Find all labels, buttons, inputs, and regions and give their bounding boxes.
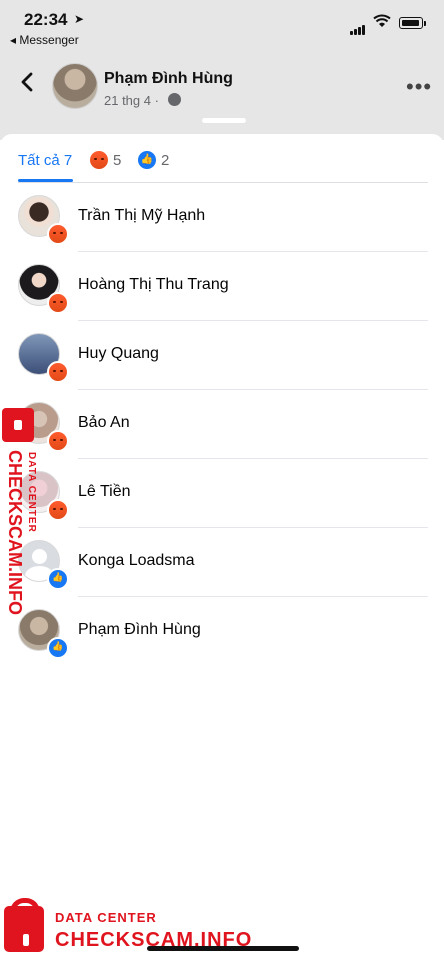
tab-all[interactable]: Tất cả 7: [18, 148, 72, 172]
like-reaction-icon: 👍: [47, 637, 69, 659]
back-to-messenger-link[interactable]: ◂ Messenger: [10, 33, 79, 47]
back-arrow-icon[interactable]: [16, 70, 40, 94]
home-indicator[interactable]: [147, 946, 299, 951]
lock-shackle: [10, 898, 40, 919]
watermark-side-main: CHECKSCAM.INFO: [5, 450, 25, 615]
battery-cap: [424, 21, 426, 26]
lock-icon: [2, 408, 34, 442]
tab-angry-count: 5: [113, 151, 122, 169]
status-bar: 22:34 ➤ ◂ Messenger: [0, 0, 444, 52]
globe-icon: [168, 93, 181, 106]
angry-reaction-icon: [47, 223, 69, 245]
reactor-name[interactable]: Trần Thị Mỹ Hạnh: [78, 207, 205, 225]
list-item[interactable]: 👍 Phạm Đình Hùng: [0, 597, 444, 666]
watermark-side: CHECKSCAM.INFO DATA CENTER: [2, 408, 37, 628]
angry-reaction-icon: [47, 292, 69, 314]
angry-reaction-icon: [90, 151, 108, 169]
reaction-tabs: Tất cả 7 5 👍 2: [0, 134, 444, 182]
watermark-subtitle: DATA CENTER: [55, 910, 157, 925]
reactor-name[interactable]: Hoàng Thị Thu Trang: [78, 276, 229, 294]
sheet-grabber[interactable]: [202, 118, 246, 123]
cellular-signal-icon: [350, 17, 366, 35]
angry-reaction-icon: [47, 499, 69, 521]
tab-like-count: 2: [161, 151, 170, 169]
post-header: Phạm Đình Hùng 21 thg 4 · •••: [0, 58, 444, 118]
reactor-name[interactable]: Bảo An: [78, 414, 130, 432]
tab-angry[interactable]: 5: [90, 148, 121, 172]
battery-icon: [399, 17, 423, 29]
like-reaction-icon: 👍: [138, 151, 156, 169]
watermark-side-sub: DATA CENTER: [26, 452, 37, 533]
list-item[interactable]: Lê Tiền: [0, 459, 444, 528]
like-reaction-icon: 👍: [47, 568, 69, 590]
tab-all-label: Tất cả 7: [18, 151, 73, 169]
tab-like[interactable]: 👍 2: [138, 148, 169, 172]
reactor-name[interactable]: Phạm Đình Hùng: [78, 621, 201, 639]
wifi-icon: [373, 14, 391, 27]
status-time: 22:34: [24, 10, 68, 29]
location-arrow-icon: ➤: [74, 12, 85, 26]
lock-keyhole: [23, 934, 29, 946]
more-options-button[interactable]: •••: [406, 74, 432, 100]
list-item[interactable]: Trần Thị Mỹ Hạnh: [0, 183, 444, 252]
angry-reaction-icon: [47, 361, 69, 383]
list-item[interactable]: Bảo An: [0, 390, 444, 459]
author-avatar[interactable]: [52, 63, 98, 109]
author-name[interactable]: Phạm Đình Hùng: [104, 70, 233, 88]
reactor-name[interactable]: Konga Loadsma: [78, 552, 195, 570]
post-date: 21 thg 4 ·: [104, 93, 159, 108]
angry-reaction-icon: [47, 430, 69, 452]
list-item[interactable]: Hoàng Thị Thu Trang: [0, 252, 444, 321]
reactor-name[interactable]: Lê Tiền: [78, 483, 130, 501]
list-item[interactable]: 👍 Konga Loadsma: [0, 528, 444, 597]
list-item[interactable]: Huy Quang: [0, 321, 444, 390]
reactor-name[interactable]: Huy Quang: [78, 345, 159, 363]
